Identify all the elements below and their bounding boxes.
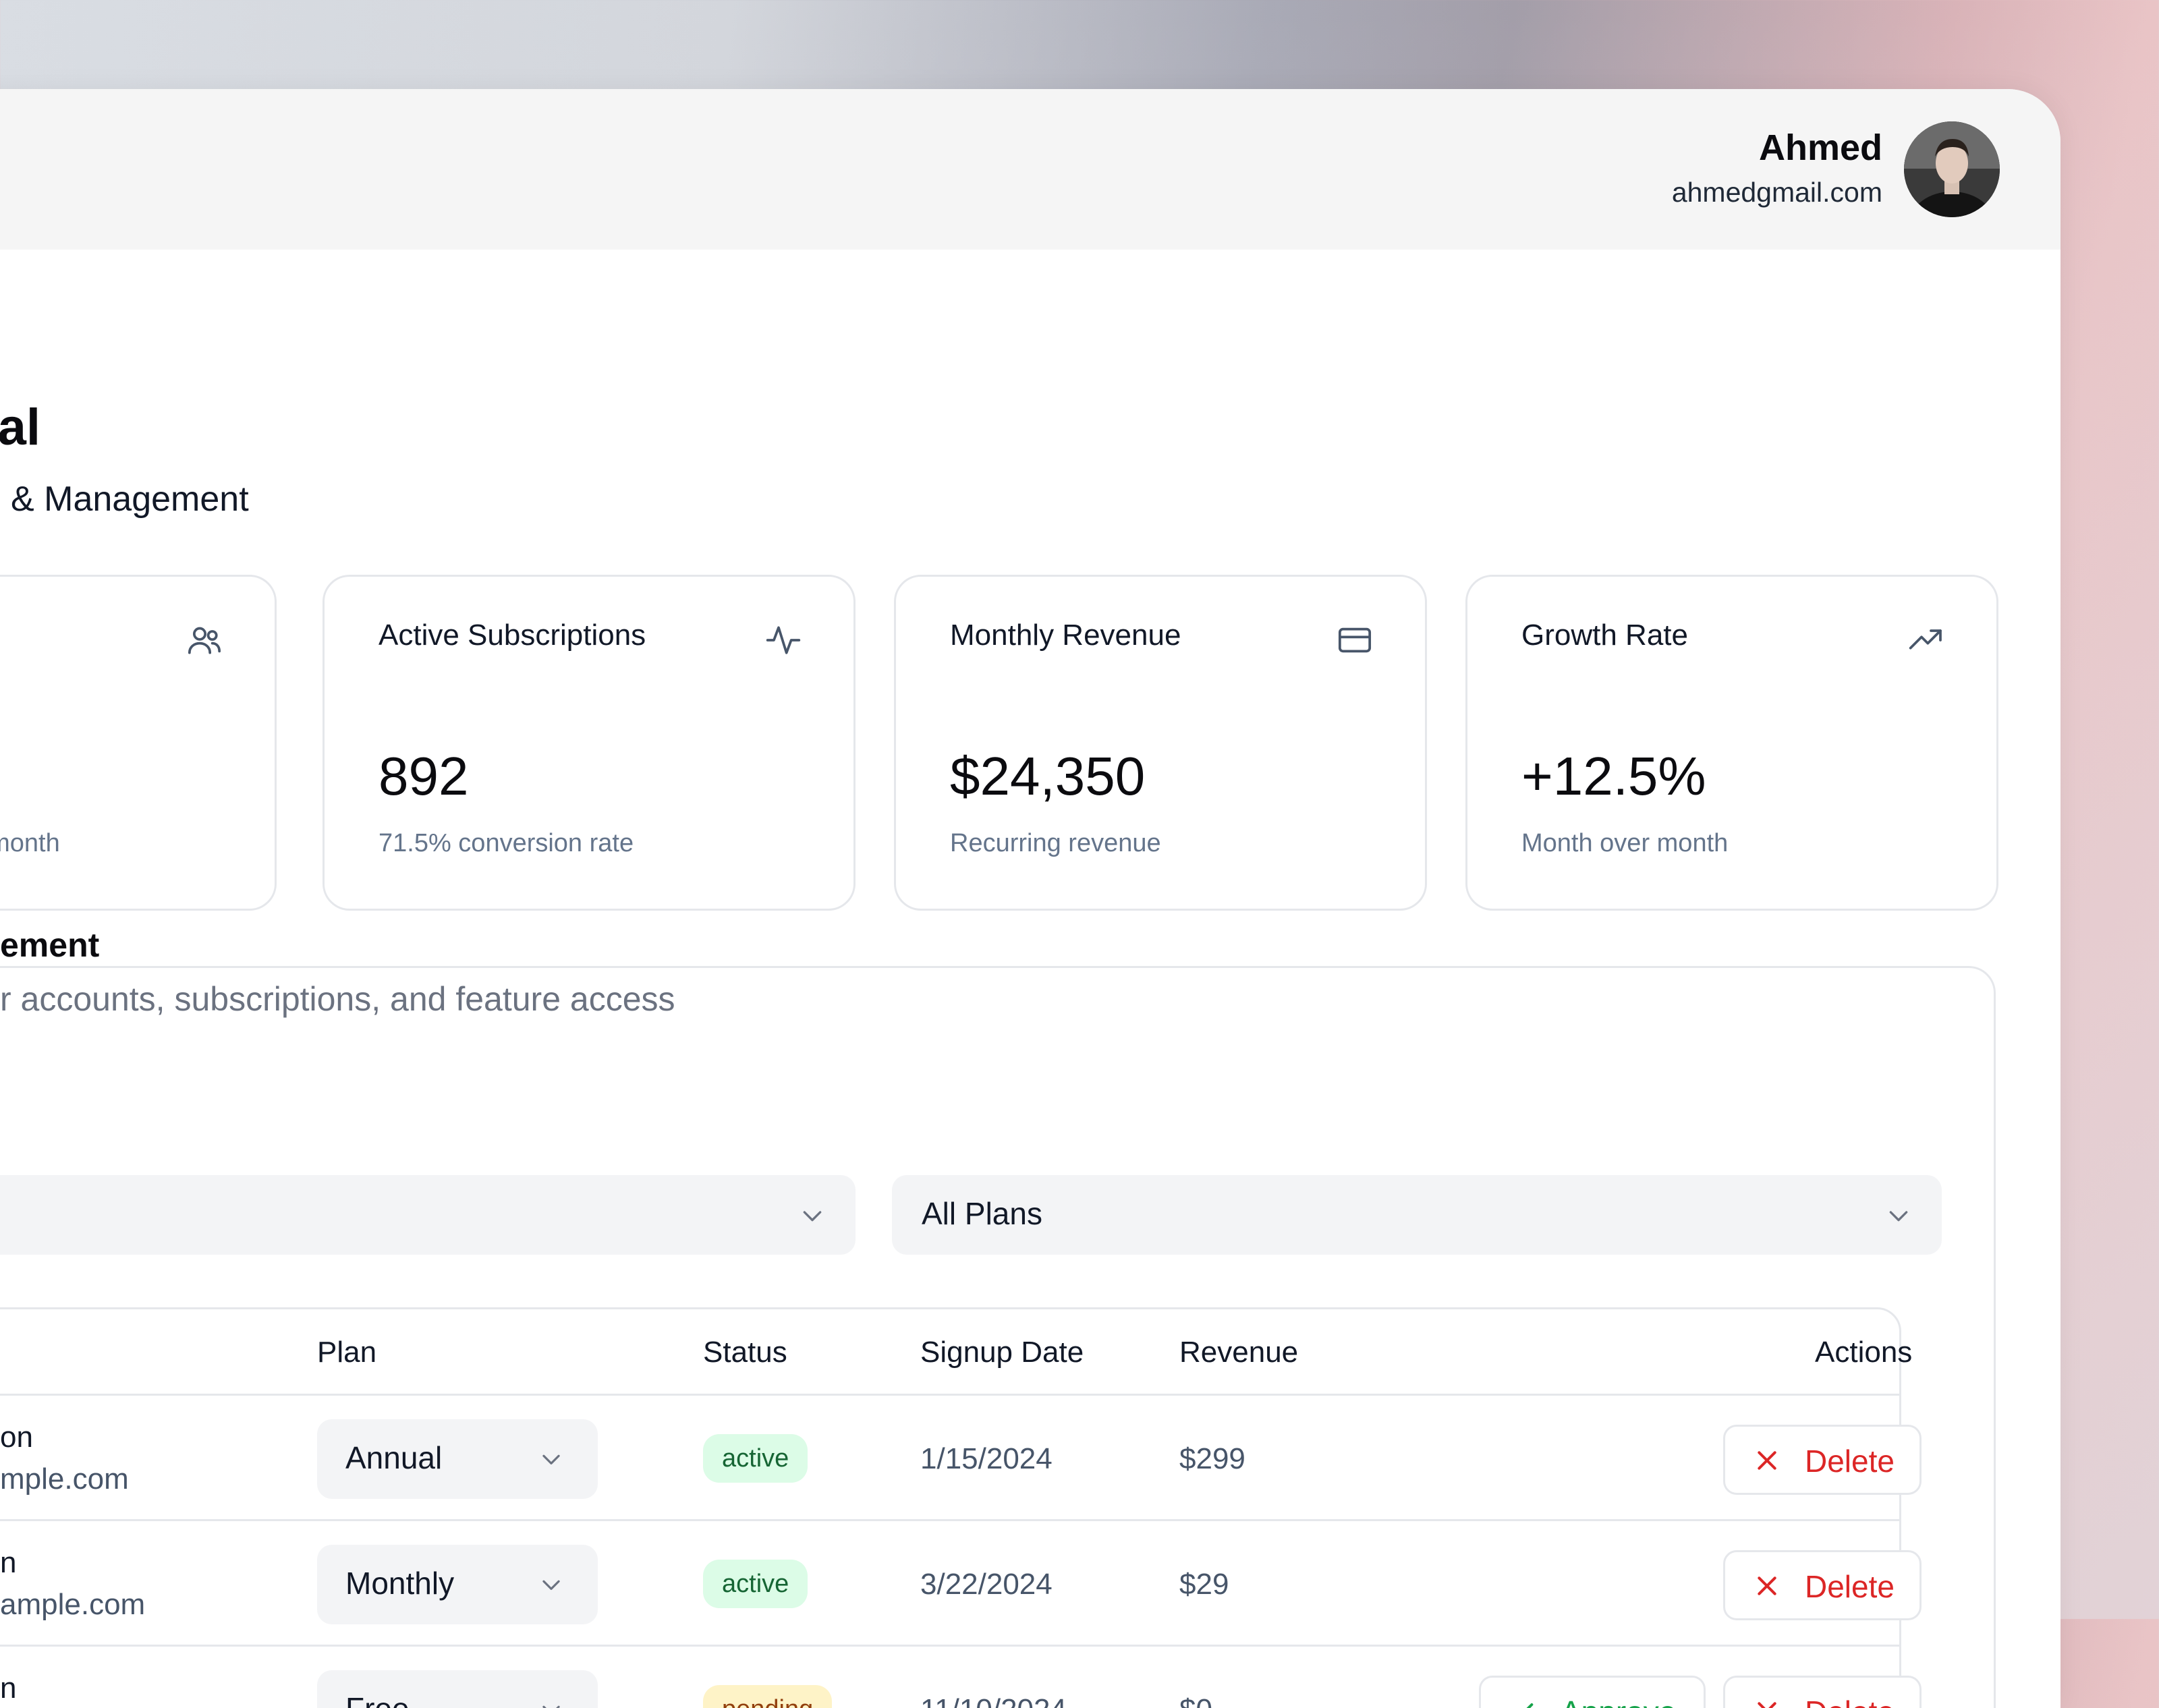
- user-email-cell: mple.com: [0, 1462, 129, 1496]
- row-plan-value: Monthly: [345, 1566, 455, 1601]
- stat-label: Active Subscriptions: [378, 619, 646, 652]
- chevron-down-icon: [542, 1454, 560, 1464]
- delete-button[interactable]: Delete: [1723, 1676, 1922, 1708]
- activity-icon: [766, 626, 801, 654]
- status-badge: active: [703, 1434, 808, 1483]
- chevron-down-icon: [1889, 1211, 1908, 1222]
- column-header-signup-date: Signup Date: [920, 1336, 1084, 1369]
- avatar-photo: [1904, 121, 2000, 217]
- close-icon: [1758, 1576, 1776, 1595]
- column-header-status: Status: [703, 1336, 787, 1369]
- credit-card-icon: [1338, 627, 1372, 653]
- top-bar: Ahmed ahmedgmail.com: [0, 89, 2060, 250]
- trending-up-icon: [1909, 629, 1942, 650]
- stat-card-active-subscriptions: Active Subscriptions 892 71.5% conversio…: [323, 575, 856, 911]
- user-name-cell: on: [0, 1421, 33, 1454]
- stat-note: 71.5% conversion rate: [378, 829, 634, 857]
- panel-title: ement: [0, 926, 100, 964]
- stat-note: st month: [0, 829, 60, 857]
- signup-date-cell: 11/10/2024: [920, 1693, 1067, 1708]
- users-icon: [188, 627, 221, 654]
- approve-button-label: Approve: [1561, 1694, 1676, 1708]
- app-window: Ahmed ahmedgmail.com tal & Management st…: [0, 89, 2060, 1708]
- chevron-down-icon: [542, 1580, 560, 1590]
- revenue-cell: $299: [1179, 1442, 1245, 1475]
- row-plan-select[interactable]: Annual: [317, 1419, 598, 1499]
- user-email-cell: ample.com: [0, 1588, 146, 1621]
- delete-button[interactable]: Delete: [1723, 1425, 1922, 1495]
- stat-value: $24,350: [950, 746, 1146, 806]
- column-header-plan: Plan: [317, 1336, 377, 1369]
- delete-button-label: Delete: [1805, 1694, 1895, 1708]
- stat-label: Growth Rate: [1521, 619, 1688, 652]
- stat-value: +12.5%: [1521, 746, 1706, 806]
- page-title-wrap: tal: [0, 398, 94, 465]
- row-plan-select[interactable]: Free: [317, 1670, 598, 1708]
- page-subtitle: & Management: [11, 480, 249, 519]
- user-email: ahmedgmail.com: [1671, 177, 1882, 208]
- stat-label: Monthly Revenue: [950, 619, 1181, 652]
- delete-button-label: Delete: [1805, 1569, 1895, 1604]
- panel-subtitle: r accounts, subscriptions, and feature a…: [0, 980, 675, 1018]
- plan-filter-value: All Plans: [922, 1196, 1042, 1231]
- status-filter-select[interactable]: [0, 1175, 856, 1255]
- close-icon: [1758, 1451, 1776, 1470]
- check-icon: [1526, 1703, 1534, 1708]
- row-plan-value: Annual: [345, 1440, 443, 1475]
- close-icon: [1758, 1702, 1776, 1708]
- user-name-cell: n: [0, 1672, 17, 1705]
- stat-value: 892: [378, 746, 469, 806]
- status-badge: pending: [703, 1685, 833, 1708]
- user-name: Ahmed: [1758, 127, 1882, 168]
- user-name-cell: n: [0, 1546, 17, 1579]
- plan-filter-select[interactable]: All Plans: [892, 1175, 1942, 1255]
- stat-card-growth-rate: Growth Rate +12.5% Month over month: [1465, 575, 1998, 911]
- signup-date-cell: 3/22/2024: [920, 1568, 1053, 1601]
- chevron-down-icon: [803, 1211, 822, 1222]
- approve-button[interactable]: Approve: [1479, 1676, 1706, 1708]
- row-plan-value: Free: [345, 1690, 410, 1708]
- revenue-cell: $29: [1179, 1568, 1229, 1601]
- stat-card-monthly-revenue: Monthly Revenue $24,350 Recurring revenu…: [894, 575, 1427, 911]
- avatar[interactable]: [1904, 121, 2000, 217]
- table-divider: [0, 1519, 1901, 1521]
- page-title: tal: [0, 399, 40, 456]
- stat-note: Month over month: [1521, 829, 1729, 857]
- delete-button[interactable]: Delete: [1723, 1550, 1922, 1620]
- stat-note: Recurring revenue: [950, 829, 1161, 857]
- signup-date-cell: 1/15/2024: [920, 1442, 1053, 1475]
- column-header-actions: Actions: [1815, 1336, 1913, 1369]
- delete-button-label: Delete: [1805, 1444, 1895, 1479]
- stat-card-users: st month: [0, 575, 277, 911]
- table-divider: [0, 1394, 1901, 1396]
- column-header-revenue: Revenue: [1179, 1336, 1299, 1369]
- status-badge: active: [703, 1560, 808, 1608]
- table-divider: [0, 1645, 1901, 1647]
- row-plan-select[interactable]: Monthly: [317, 1545, 598, 1624]
- chevron-down-icon: [542, 1705, 560, 1708]
- revenue-cell: $0: [1179, 1693, 1212, 1708]
